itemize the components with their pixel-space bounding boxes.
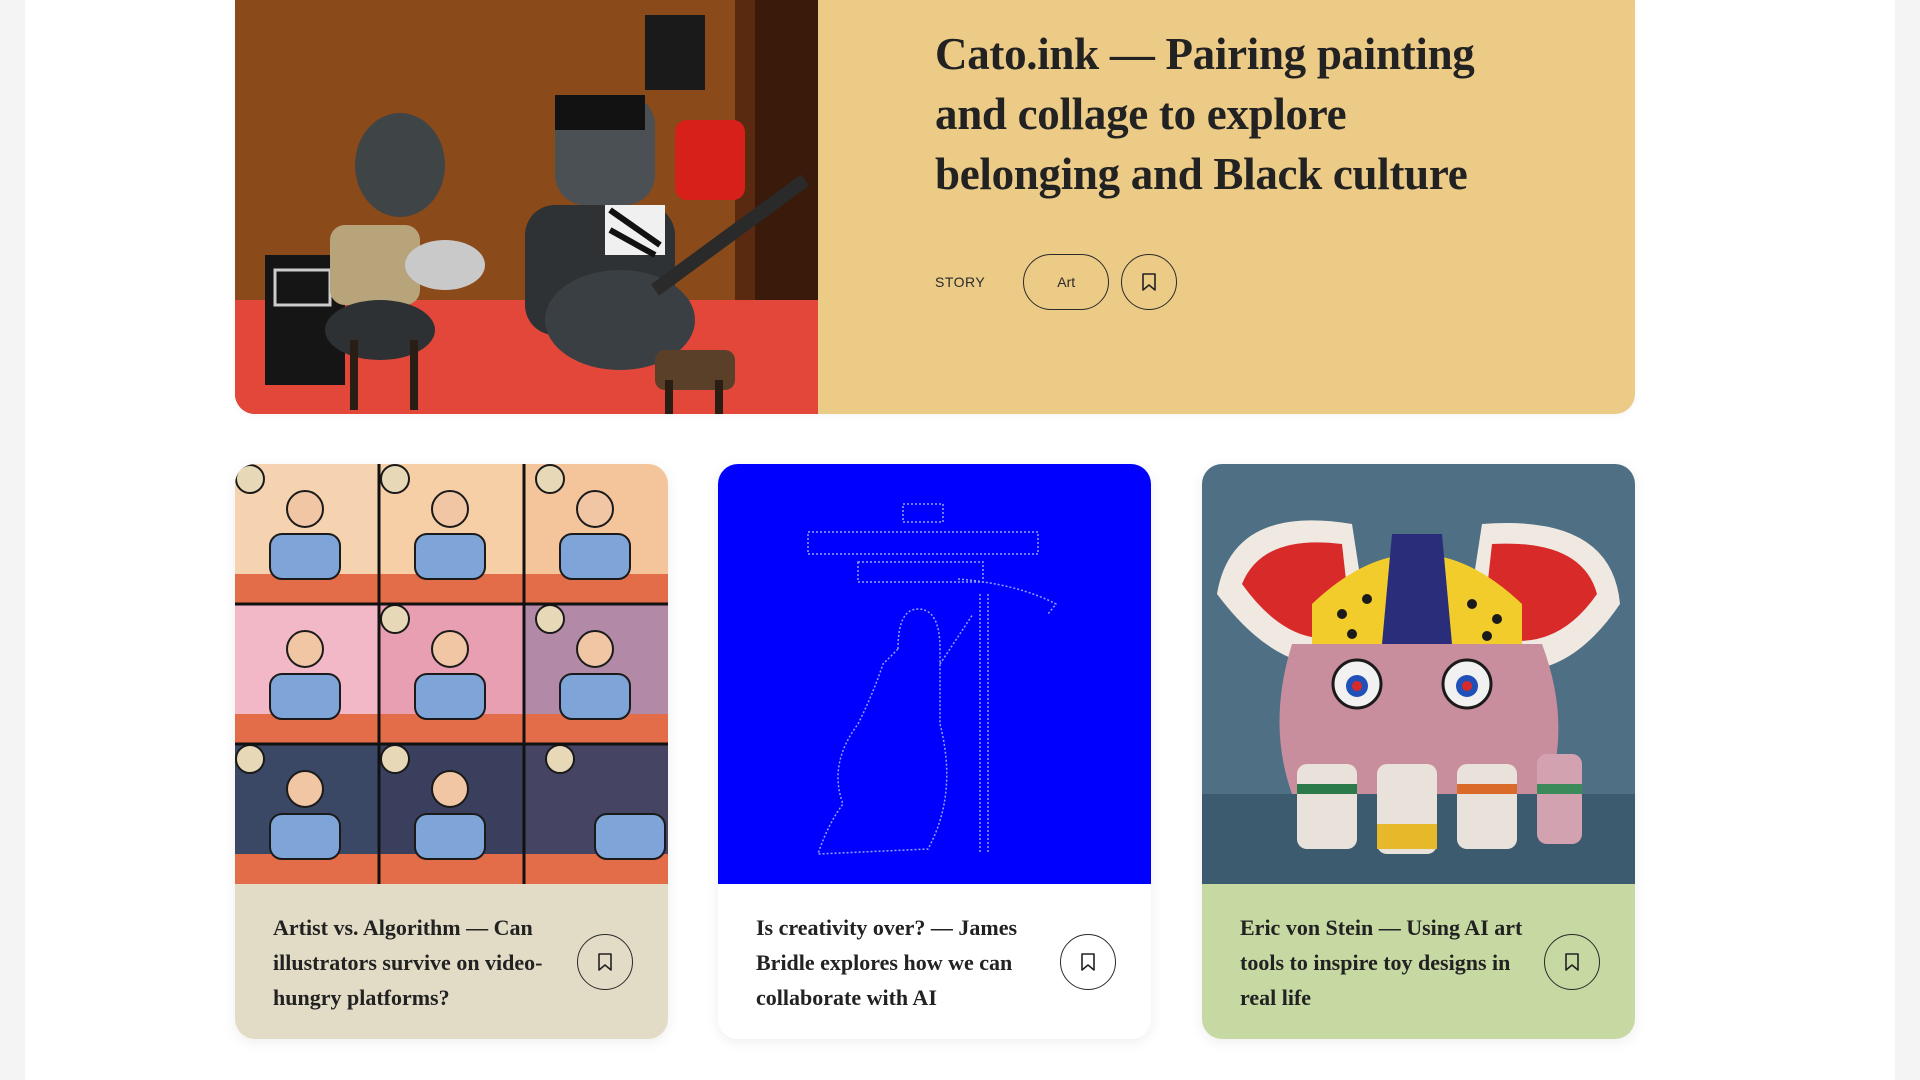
painting-musicians-image[interactable] (235, 0, 818, 414)
page-margin (1895, 0, 1920, 1080)
bookmark-button[interactable] (577, 934, 633, 990)
story-card-body: Artist vs. Algorithm — Can illustrators … (235, 884, 668, 1039)
story-card-title[interactable]: Eric von Stein — Using AI art tools to i… (1240, 910, 1530, 1015)
story-card[interactable]: Artist vs. Algorithm — Can illustrators … (235, 464, 668, 1039)
featured-story-card[interactable]: Cato.ink — Pairing painting and collage … (235, 0, 1635, 414)
comic-grid-illustration[interactable] (235, 464, 668, 884)
story-card-title[interactable]: Is creativity over? — James Bridle explo… (756, 910, 1046, 1015)
story-card[interactable]: Eric von Stein — Using AI art tools to i… (1202, 464, 1635, 1039)
story-card[interactable]: Is creativity over? — James Bridle explo… (718, 464, 1151, 1039)
featured-story-title[interactable]: Cato.ink — Pairing painting and collage … (935, 24, 1535, 204)
story-card-body: Is creativity over? — James Bridle explo… (718, 884, 1151, 1039)
content-type-label: STORY (935, 274, 986, 290)
story-card-body: Eric von Stein — Using AI art tools to i… (1202, 884, 1635, 1039)
bookmark-icon (1142, 273, 1157, 291)
tag-art-button[interactable]: Art (1023, 254, 1110, 310)
bookmark-icon (598, 953, 612, 971)
bookmark-button[interactable] (1544, 934, 1600, 990)
featured-story-body: Cato.ink — Pairing painting and collage … (935, 0, 1555, 414)
featured-story-meta: STORY Art (935, 254, 1178, 310)
bookmark-icon (1081, 953, 1095, 971)
bookmark-button[interactable] (1060, 934, 1116, 990)
bookmark-button[interactable] (1121, 254, 1178, 310)
ascii-art-grim-reaper[interactable] (718, 464, 1151, 884)
toy-elephant-photo[interactable] (1202, 464, 1635, 884)
bookmark-icon (1565, 953, 1579, 971)
story-card-title[interactable]: Artist vs. Algorithm — Can illustrators … (273, 910, 563, 1015)
